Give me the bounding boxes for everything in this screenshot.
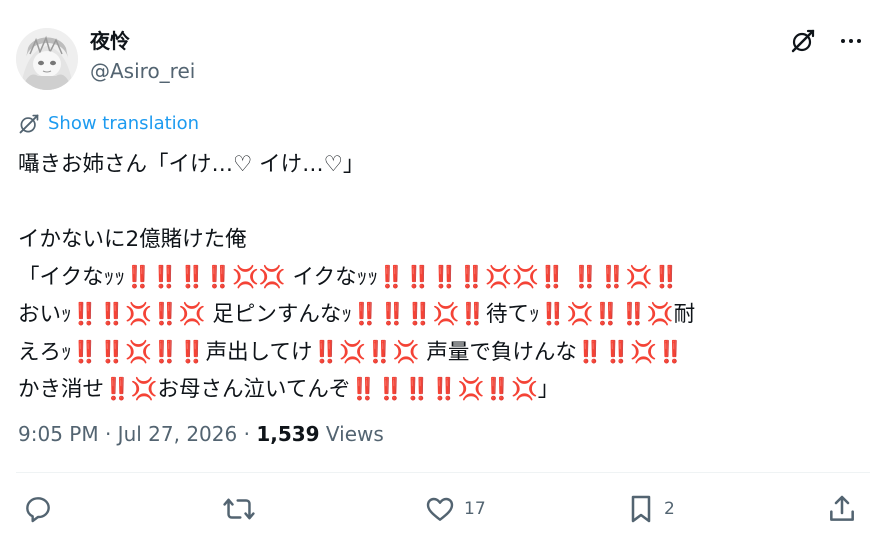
user-handle[interactable]: @Asiro_rei — [90, 58, 195, 84]
tweet-text-line: 「イクなｯｯ‼️‼️‼️‼️💢💢 イクなｯｯ‼️‼️‼️‼️💢💢‼️ ‼️‼️💢… — [18, 264, 680, 290]
display-name[interactable]: 夜怜 — [90, 28, 130, 54]
tweet-header-actions — [788, 26, 866, 56]
tweet-text-line — [18, 184, 870, 222]
divider — [16, 472, 870, 473]
tweet-card: 夜怜 @Asiro_rei Show translation 囁きお姉さん「イけ… — [0, 0, 886, 544]
more-dots-icon — [841, 39, 861, 43]
avatar[interactable] — [16, 28, 78, 90]
repost-icon — [223, 498, 255, 520]
grok-button[interactable] — [788, 26, 818, 56]
share-button[interactable] — [826, 492, 858, 526]
tweet-time[interactable]: 9:05 PM — [18, 422, 99, 446]
tweet-meta: 9:05 PM · Jul 27, 2026 · 1,539 Views — [18, 420, 384, 448]
show-translation-link[interactable]: Show translation — [18, 112, 199, 136]
avatar-image — [16, 28, 78, 90]
bookmark-icon — [631, 495, 651, 523]
repost-button[interactable] — [222, 492, 264, 526]
reply-button[interactable] — [22, 492, 62, 526]
tweet-text-line: イかないに2億賭けた俺 — [18, 227, 247, 252]
tweet-text: 囁きお姉さん「イけ…♡ イけ…♡」 イかないに2億賭けた俺 「イクなｯｯ‼️‼️… — [18, 146, 870, 409]
reply-icon — [26, 497, 50, 523]
share-icon — [830, 495, 854, 521]
tweet-text-line: かき消せ‼️💢お母さん泣いてんぞ‼️‼️‼️‼️💢‼️💢」 — [18, 377, 560, 402]
show-translation-label: Show translation — [48, 113, 200, 134]
meta-separator: · — [98, 422, 118, 446]
tweet-text-line: おいｯ‼️‼️💢‼️💢 足ピンすんなｯ‼️‼️‼️💢‼️待てｯ‼️💢‼️‼️💢耐 — [18, 302, 696, 327]
tweet-text-line: 囁きお姉さん「イけ…♡ イけ…♡」 — [18, 152, 365, 177]
meta-separator: · — [237, 422, 257, 446]
views-count: 1,539 — [256, 422, 320, 446]
grok-icon — [791, 29, 815, 53]
bookmark-count: 2 — [664, 499, 675, 519]
tweet-date[interactable]: Jul 27, 2026 — [118, 422, 238, 446]
more-button[interactable] — [836, 26, 866, 56]
translate-icon — [19, 114, 39, 134]
heart-icon — [426, 497, 454, 521]
like-count: 17 — [464, 499, 486, 519]
like-button[interactable]: 17 — [424, 492, 486, 526]
tweet-text-line: えろｯ‼️‼️💢‼️‼️声出してけ‼️💢‼️💢 声量で負けんな‼️‼️💢‼️ — [18, 339, 684, 365]
views-label: Views — [319, 422, 384, 446]
bookmark-button[interactable]: 2 — [626, 492, 675, 526]
